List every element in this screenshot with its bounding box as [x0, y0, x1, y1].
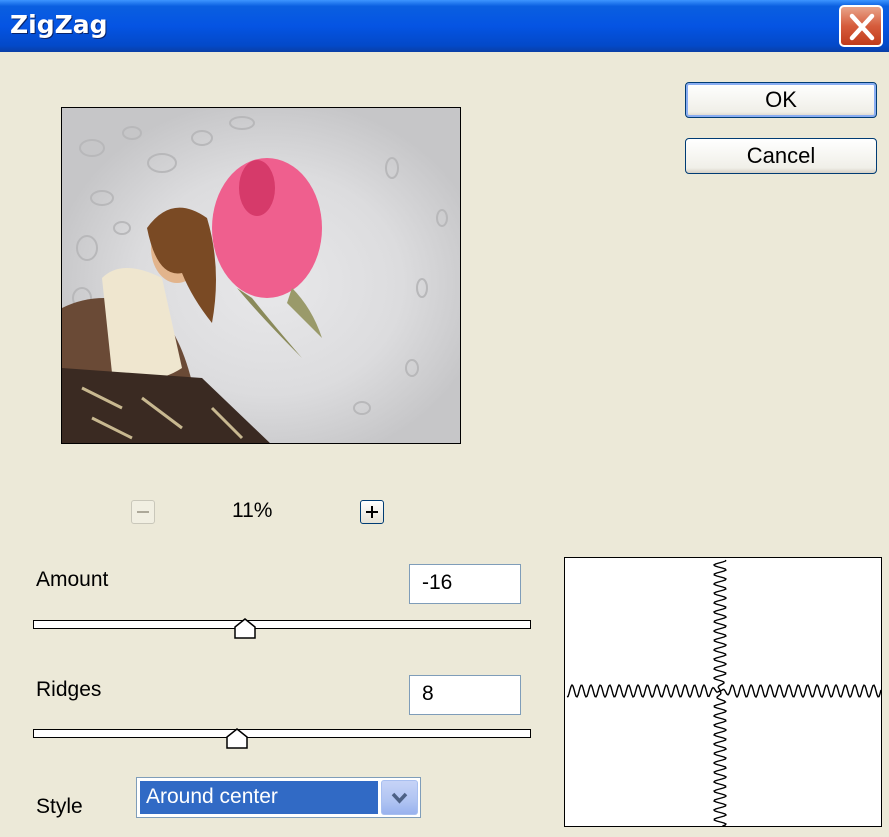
window-title: ZigZag — [10, 10, 108, 39]
zoom-out-button[interactable] — [131, 500, 155, 524]
amount-slider-track[interactable] — [33, 620, 531, 629]
close-button[interactable] — [839, 5, 883, 47]
style-label: Style — [36, 795, 83, 818]
preview-image[interactable] — [61, 107, 461, 444]
style-dropdown[interactable]: Around center — [136, 777, 421, 818]
zoom-level: 11% — [232, 499, 273, 522]
zoom-in-button[interactable] — [360, 500, 384, 524]
chevron-down-icon — [391, 792, 408, 804]
dropdown-arrow-button[interactable] — [381, 780, 418, 815]
style-dropdown-value: Around center — [140, 781, 378, 814]
ridges-input[interactable]: 8 — [409, 675, 521, 715]
minus-icon — [137, 511, 149, 513]
amount-label: Amount — [36, 568, 109, 591]
cancel-button[interactable]: Cancel — [685, 138, 877, 174]
ridges-slider-track[interactable] — [33, 729, 531, 738]
ridges-label: Ridges — [36, 678, 102, 701]
zigzag-lines — [566, 559, 882, 827]
ok-button[interactable]: OK — [685, 82, 877, 118]
preview-graphic — [62, 108, 460, 443]
zigzag-preview-diagram — [564, 557, 882, 827]
plus-icon — [366, 506, 378, 518]
amount-input[interactable]: -16 — [409, 564, 521, 604]
ridges-slider-thumb[interactable] — [225, 727, 249, 749]
amount-slider-thumb[interactable] — [233, 617, 257, 639]
close-icon — [849, 13, 875, 41]
title-bar[interactable]: ZigZag — [0, 0, 889, 52]
